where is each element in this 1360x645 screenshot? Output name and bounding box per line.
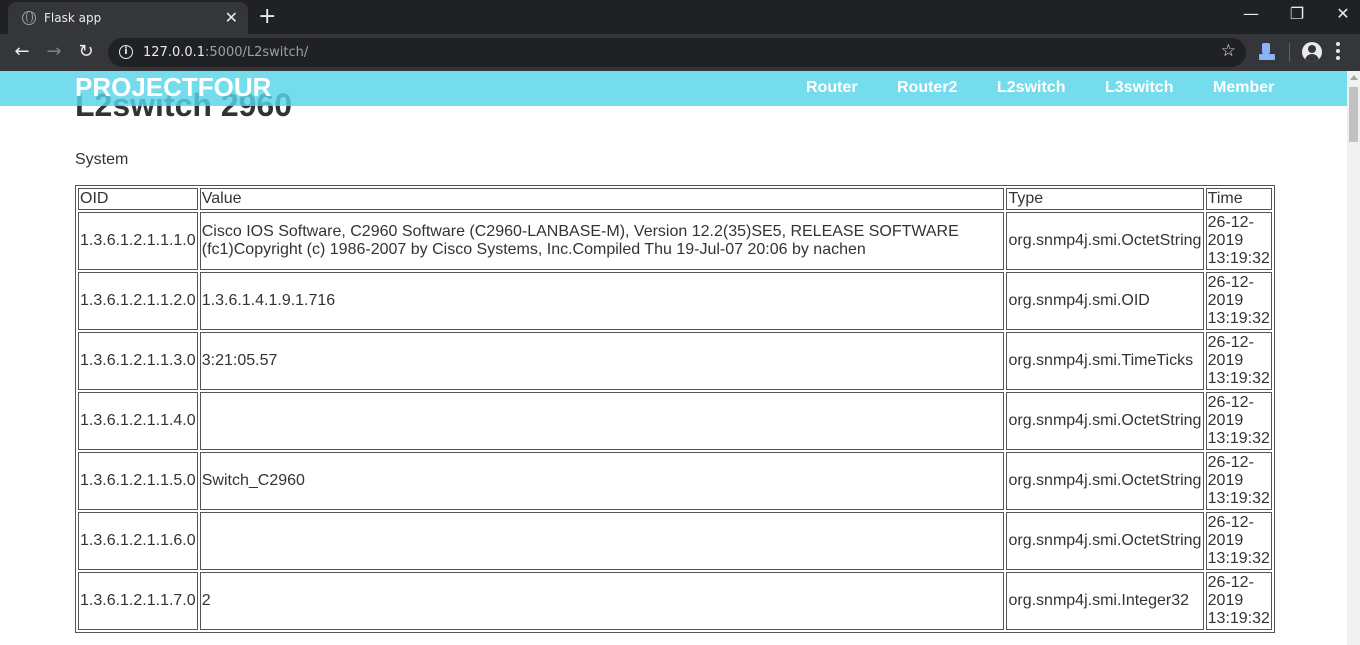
- nav-link-l2switch[interactable]: L2switch: [997, 79, 1065, 97]
- browser-toolbar: ← → ↻ i 127.0.0.1:5000/L2switch/ ☆: [0, 34, 1360, 71]
- type-cell: org.snmp4j.smi.OctetString: [1006, 212, 1204, 270]
- type-cell: org.snmp4j.smi.Integer32: [1006, 572, 1204, 630]
- scrollbar-thumb[interactable]: [1349, 87, 1358, 142]
- type-cell: org.snmp4j.smi.OctetString: [1006, 512, 1204, 570]
- value-cell: Switch_C2960: [199, 452, 1005, 510]
- minimize-icon[interactable]: —: [1236, 4, 1266, 23]
- bookmark-star-icon[interactable]: ☆: [1221, 41, 1236, 61]
- url-path: :5000/L2switch/: [205, 45, 309, 60]
- url-host: 127.0.0.1: [143, 45, 206, 60]
- value-cell: 2: [199, 572, 1005, 630]
- time-cell: 26-12-2019 13:19:32: [1205, 452, 1272, 510]
- window-close-icon[interactable]: ✕: [1328, 4, 1358, 23]
- time-cell: 26-12-2019 13:19:32: [1205, 332, 1272, 390]
- page-scrollbar[interactable]: [1347, 71, 1360, 645]
- page-viewport: L2switch 2960 System OID Value Type Time…: [0, 71, 1347, 645]
- type-cell: org.snmp4j.smi.OID: [1006, 272, 1204, 330]
- oid-cell: 1.3.6.1.2.1.1.5.0: [78, 452, 198, 510]
- column-header-oid: OID: [78, 188, 198, 210]
- forward-button[interactable]: →: [42, 40, 66, 64]
- brand-logo[interactable]: PROJECTFOUR: [75, 72, 271, 103]
- time-cell: 26-12-2019 13:19:32: [1205, 392, 1272, 450]
- nav-link-member[interactable]: Member: [1213, 79, 1274, 97]
- info-icon[interactable]: i: [119, 45, 133, 59]
- profile-avatar-icon[interactable]: [1302, 42, 1322, 62]
- url-text[interactable]: 127.0.0.1:5000/L2switch/: [143, 45, 308, 60]
- nav-link-l3switch[interactable]: L3switch: [1105, 79, 1173, 97]
- oid-cell: 1.3.6.1.2.1.1.7.0: [78, 572, 198, 630]
- browser-tab[interactable]: Flask app ✕: [8, 2, 248, 34]
- nav-link-router2[interactable]: Router2: [897, 79, 957, 97]
- section-label-system: System: [75, 151, 129, 168]
- time-cell: 26-12-2019 13:19:32: [1205, 512, 1272, 570]
- table-row: 1.3.6.1.2.1.1.1.0 Cisco IOS Software, C2…: [78, 212, 1272, 270]
- table-header-row: OID Value Type Time: [78, 188, 1272, 210]
- kebab-menu-icon[interactable]: [1336, 42, 1340, 62]
- tab-title: Flask app: [44, 11, 102, 25]
- oid-cell: 1.3.6.1.2.1.1.4.0: [78, 392, 198, 450]
- top-navbar: PROJECTFOUR Router Router2 L2switch L3sw…: [0, 71, 1347, 106]
- oid-cell: 1.3.6.1.2.1.1.6.0: [78, 512, 198, 570]
- extension-icon[interactable]: [1258, 43, 1276, 61]
- table-row: 1.3.6.1.2.1.1.4.0 org.snmp4j.smi.OctetSt…: [78, 392, 1272, 450]
- time-cell: 26-12-2019 13:19:32: [1205, 572, 1272, 630]
- scroll-up-arrow-icon[interactable]: [1350, 75, 1358, 80]
- time-cell: 26-12-2019 13:19:32: [1205, 272, 1272, 330]
- type-cell: org.snmp4j.smi.TimeTicks: [1006, 332, 1204, 390]
- value-cell: Cisco IOS Software, C2960 Software (C296…: [199, 212, 1005, 270]
- value-cell: [199, 512, 1005, 570]
- globe-icon: [22, 11, 36, 25]
- table-row: 1.3.6.1.2.1.1.5.0 Switch_C2960 org.snmp4…: [78, 452, 1272, 510]
- reload-button[interactable]: ↻: [74, 40, 98, 64]
- snmp-data-table: OID Value Type Time 1.3.6.1.2.1.1.1.0 Ci…: [75, 185, 1275, 633]
- browser-tabstrip: Flask app ✕ + — ❐ ✕: [0, 0, 1360, 34]
- table-row: 1.3.6.1.2.1.1.2.0 1.3.6.1.4.1.9.1.716 or…: [78, 272, 1272, 330]
- column-header-value: Value: [199, 188, 1005, 210]
- back-button[interactable]: ←: [10, 40, 34, 64]
- oid-cell: 1.3.6.1.2.1.1.3.0: [78, 332, 198, 390]
- type-cell: org.snmp4j.smi.OctetString: [1006, 452, 1204, 510]
- new-tab-button[interactable]: +: [258, 4, 276, 29]
- nav-link-router[interactable]: Router: [806, 79, 858, 97]
- table-row: 1.3.6.1.2.1.1.7.0 2 org.snmp4j.smi.Integ…: [78, 572, 1272, 630]
- table-row: 1.3.6.1.2.1.1.3.0 3:21:05.57 org.snmp4j.…: [78, 332, 1272, 390]
- column-header-time: Time: [1205, 188, 1272, 210]
- toolbar-divider: [1289, 43, 1290, 62]
- type-cell: org.snmp4j.smi.OctetString: [1006, 392, 1204, 450]
- value-cell: [199, 392, 1005, 450]
- table-row: 1.3.6.1.2.1.1.6.0 org.snmp4j.smi.OctetSt…: [78, 512, 1272, 570]
- value-cell: 3:21:05.57: [199, 332, 1005, 390]
- oid-cell: 1.3.6.1.2.1.1.2.0: [78, 272, 198, 330]
- column-header-type: Type: [1006, 188, 1204, 210]
- oid-cell: 1.3.6.1.2.1.1.1.0: [78, 212, 198, 270]
- address-bar[interactable]: i 127.0.0.1:5000/L2switch/ ☆: [108, 38, 1246, 67]
- time-cell: 26-12-2019 13:19:32: [1205, 212, 1272, 270]
- maximize-icon[interactable]: ❐: [1282, 4, 1312, 23]
- close-tab-icon[interactable]: ✕: [225, 8, 238, 27]
- value-cell: 1.3.6.1.4.1.9.1.716: [199, 272, 1005, 330]
